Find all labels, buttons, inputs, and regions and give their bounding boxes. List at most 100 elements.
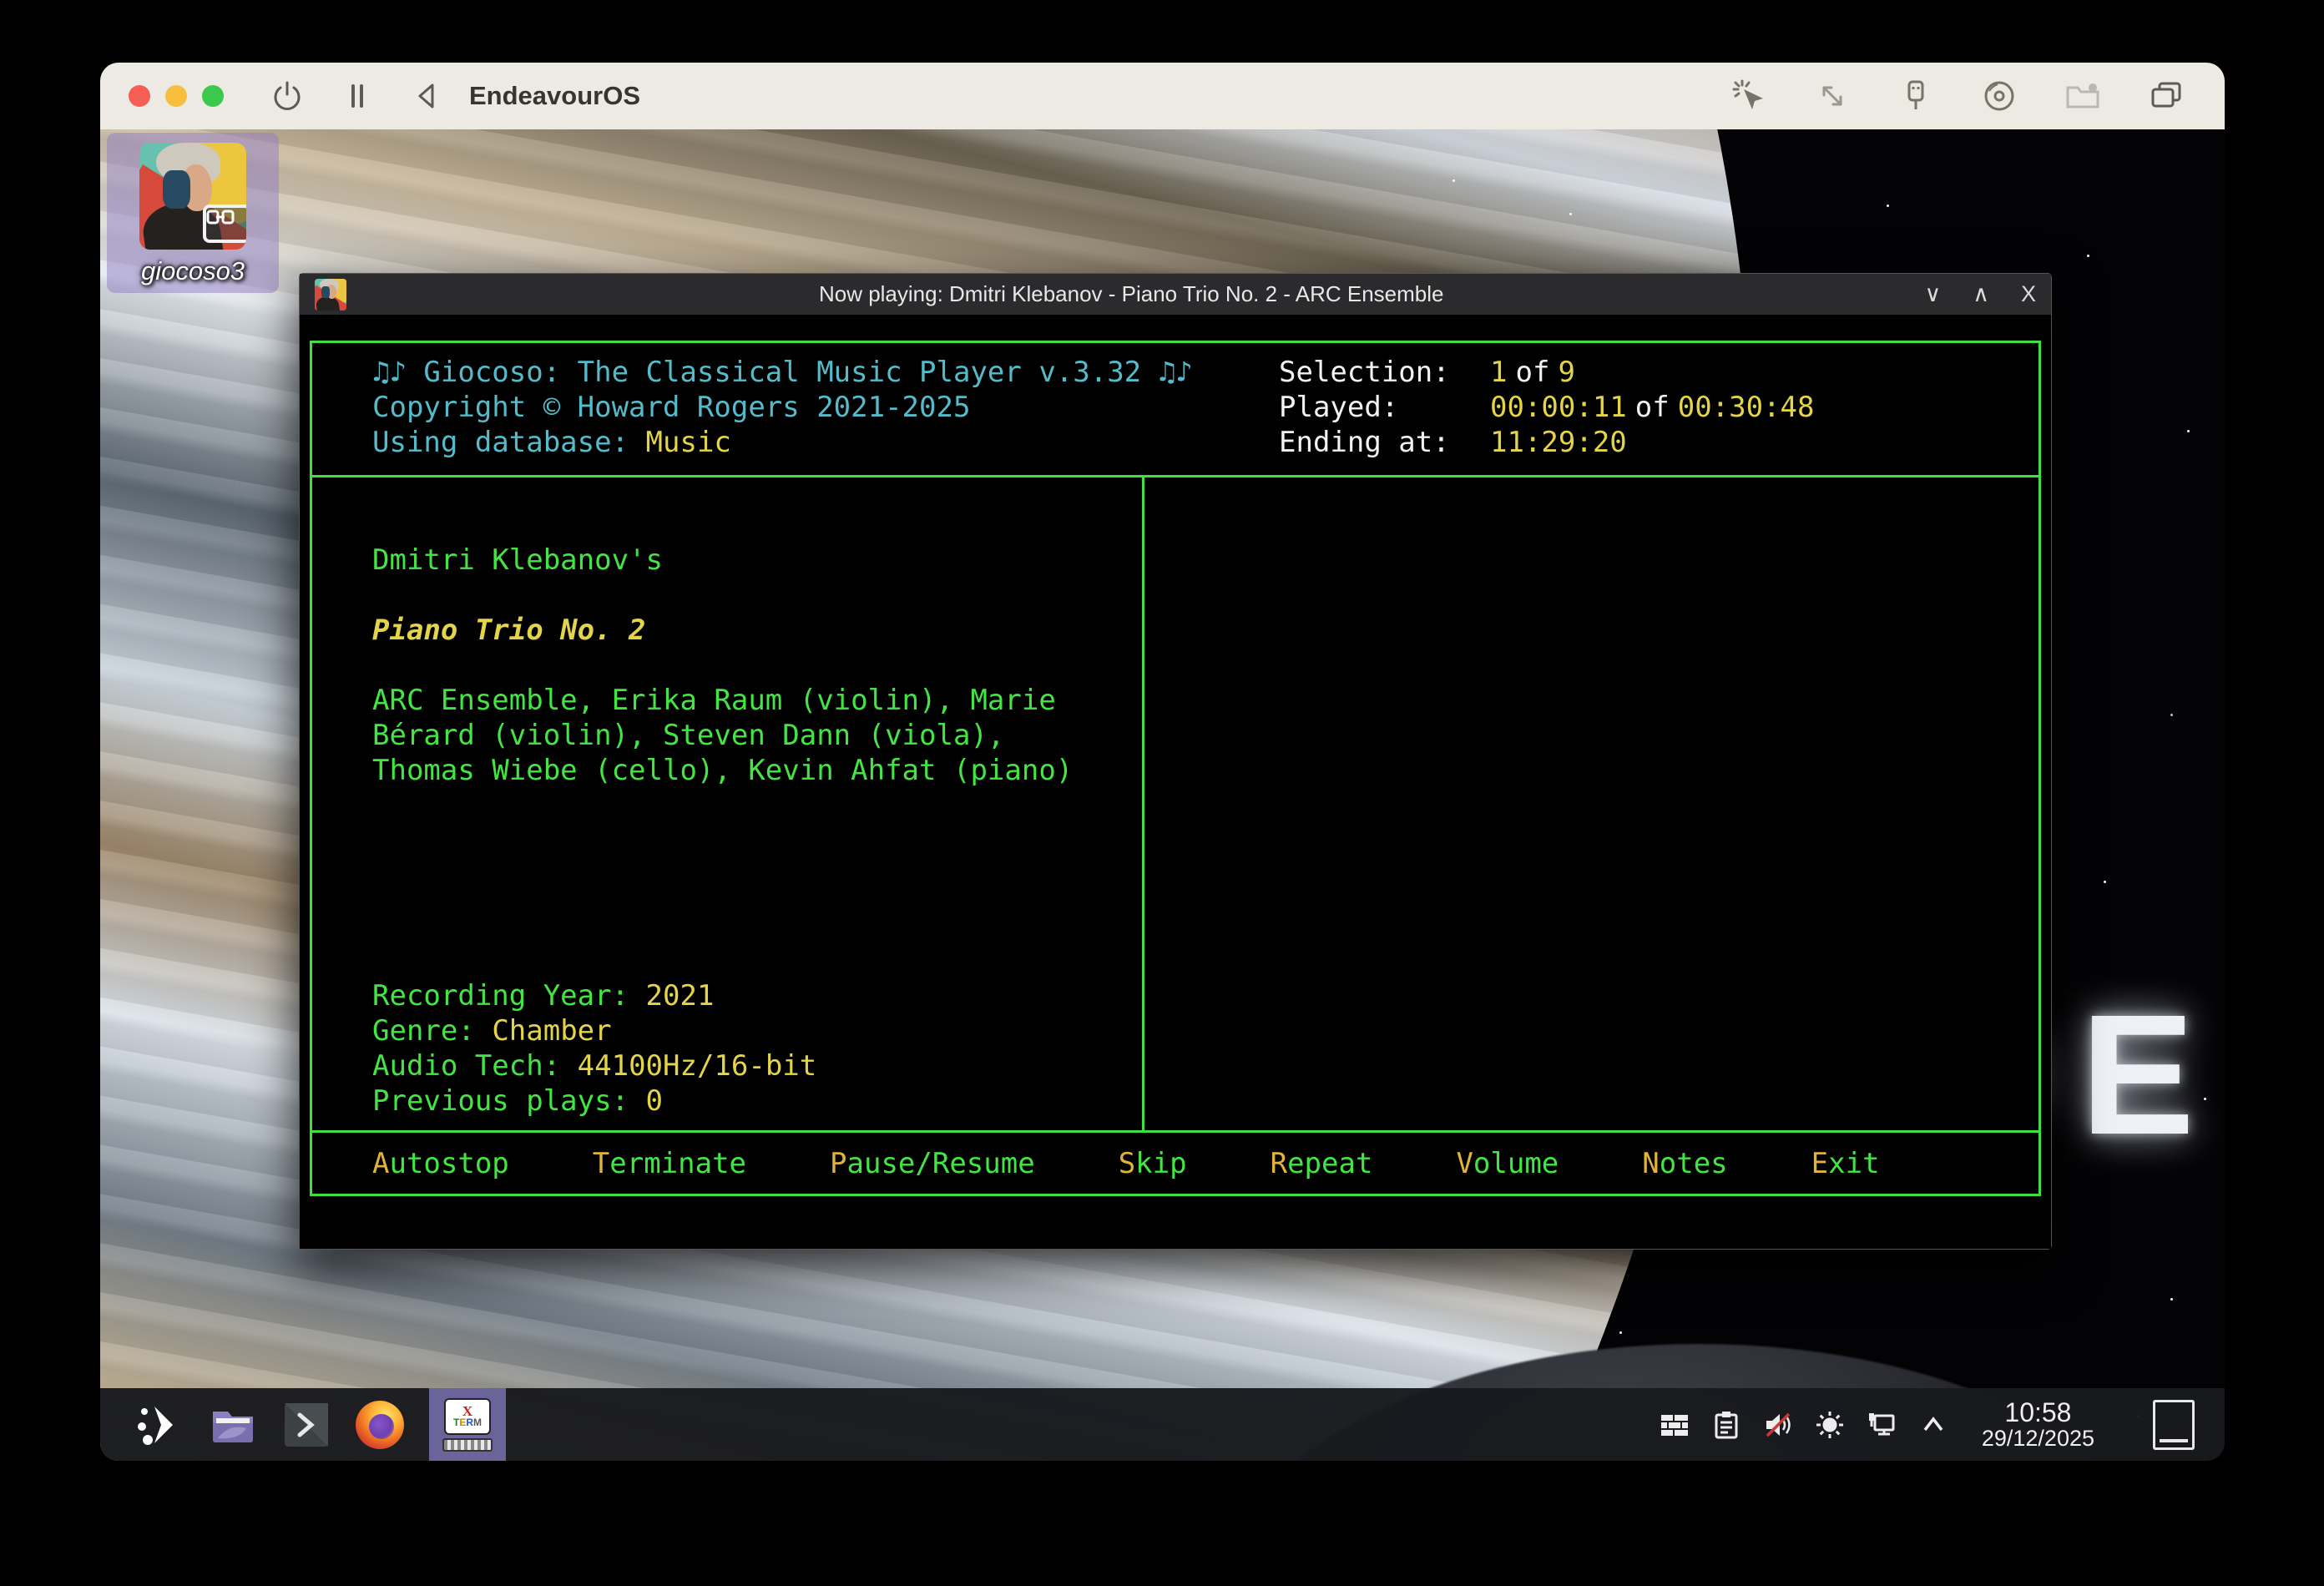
- ending-value: 11:29:20: [1490, 425, 1627, 460]
- hotkey: E: [1811, 1147, 1828, 1180]
- resize-window-button[interactable]: [1814, 78, 1851, 114]
- xterm-icon: X TERM: [444, 1398, 491, 1435]
- terminal-app-icon: [315, 279, 346, 311]
- right-panel-empty: [1144, 477, 2039, 1130]
- usb-devices-button[interactable]: [1897, 78, 1934, 114]
- file-manager-button[interactable]: [209, 1401, 257, 1449]
- firefox-button[interactable]: [356, 1401, 404, 1449]
- meta-row-recording-year: Recording Year: 2021: [372, 978, 816, 1013]
- status-selection-row: Selection: 1 of 9: [1279, 355, 1814, 390]
- menu-label: erminate: [609, 1147, 746, 1180]
- menu-label: xit: [1828, 1147, 1879, 1180]
- taskbar: X TERM: [100, 1388, 2225, 1461]
- xterm-taskbar-button-active[interactable]: X TERM: [429, 1388, 506, 1461]
- playback-status: Selection: 1 of 9 Played: 00:00:11 of 00: [1279, 355, 1814, 460]
- menu-item-notes[interactable]: Notes: [1642, 1146, 1727, 1181]
- traffic-light-minimize[interactable]: [165, 85, 187, 107]
- menu-item-volume[interactable]: Volume: [1456, 1146, 1559, 1181]
- meta-value: 0: [646, 1084, 663, 1118]
- terminal-window-title: Now playing: Dmitri Klebanov - Piano Tri…: [346, 281, 1916, 307]
- giocoso-terminal-window: Now playing: Dmitri Klebanov - Piano Tri…: [299, 273, 2052, 1250]
- database-value: Music: [646, 426, 731, 459]
- desktop-shortcut-giocoso3[interactable]: giocoso3: [107, 133, 279, 293]
- menu-label: otes: [1660, 1147, 1728, 1180]
- pause-vm-button[interactable]: [339, 78, 376, 114]
- meta-row-previous-plays: Previous plays: 0: [372, 1083, 816, 1119]
- capture-cursor-button[interactable]: [1730, 78, 1767, 114]
- meta-value: 2021: [646, 979, 715, 1013]
- terminal-titlebar[interactable]: Now playing: Dmitri Klebanov - Piano Tri…: [300, 274, 2051, 315]
- menu-item-repeat[interactable]: Repeat: [1271, 1146, 1373, 1181]
- work-title: Piano Trio No. 2: [372, 613, 646, 648]
- vm-name-title: EndeavourOS: [469, 81, 640, 111]
- meta-label: Recording Year:: [372, 979, 629, 1013]
- giocoso-header: ♫♪ Giocoso: The Classical Music Player v…: [312, 343, 2039, 477]
- close-button[interactable]: X: [2021, 283, 2036, 306]
- traffic-light-zoom[interactable]: [202, 85, 224, 107]
- meta-label: Previous plays:: [372, 1084, 629, 1118]
- giocoso-main: Dmitri Klebanov's Piano Trio No. 2 ARC E…: [312, 477, 2039, 1130]
- cd-drive-button[interactable]: [1981, 78, 2018, 114]
- vm-host-window: EDE giocoso3: [100, 63, 2225, 1461]
- status-ending-row: Ending at: 11:29:20: [1279, 425, 1814, 460]
- meta-value: Chamber: [492, 1014, 611, 1048]
- recording-meta: Recording Year: 2021 Genre: Chamber Audi…: [372, 978, 816, 1119]
- firewall-tray-icon[interactable]: [1660, 1410, 1690, 1440]
- played-total: 00:30:48: [1678, 390, 1815, 425]
- menu-item-autostop[interactable]: Autostop: [372, 1146, 509, 1181]
- show-desktop-button[interactable]: [2153, 1400, 2195, 1450]
- power-button[interactable]: [269, 78, 306, 114]
- tray-expand-chevron-icon[interactable]: [1918, 1410, 1948, 1440]
- menu-label: olume: [1473, 1147, 1559, 1180]
- maximize-button[interactable]: ∧: [1973, 283, 1989, 306]
- performers-text: ARC Ensemble, Erika Raum (violin), Marie…: [372, 683, 1100, 788]
- app-launcher-button[interactable]: [135, 1401, 184, 1449]
- brightness-tray-icon[interactable]: [1815, 1410, 1845, 1440]
- hotkey: R: [1271, 1147, 1287, 1180]
- now-playing-panel: Dmitri Klebanov's Piano Trio No. 2 ARC E…: [312, 477, 1144, 1130]
- display-windows-button[interactable]: [2148, 78, 2185, 114]
- meta-value: 44100Hz/16-bit: [578, 1049, 817, 1083]
- ending-label: Ending at:: [1279, 425, 1490, 460]
- host-titlebar[interactable]: EndeavourOS: [100, 63, 2225, 129]
- menu-item-exit[interactable]: Exit: [1811, 1146, 1880, 1181]
- traffic-light-close[interactable]: [129, 85, 150, 107]
- giocoso-menu-bar: Autostop Terminate Pause/Resume Skip Rep…: [312, 1130, 2039, 1194]
- desktop-shortcut-label: giocoso3: [141, 256, 245, 286]
- clock-date: 29/12/2025: [1982, 1427, 2094, 1450]
- system-tray: 10:58 29/12/2025: [1660, 1399, 2225, 1451]
- back-button[interactable]: [409, 78, 446, 114]
- launcher-icon: [136, 1402, 183, 1448]
- menu-item-terminate[interactable]: Terminate: [593, 1146, 746, 1181]
- hotkey: S: [1119, 1147, 1135, 1180]
- meta-row-audio-tech: Audio Tech: 44100Hz/16-bit: [372, 1048, 816, 1083]
- status-played-row: Played: 00:00:11 of 00:30:48: [1279, 390, 1814, 425]
- symlink-badge-icon: [203, 205, 246, 243]
- menu-label: epeat: [1287, 1147, 1372, 1180]
- clipboard-tray-icon[interactable]: [1711, 1410, 1741, 1440]
- selection-current: 1: [1490, 355, 1507, 390]
- played-elapsed: 00:00:11: [1490, 390, 1627, 425]
- giocoso-app-icon: [139, 143, 246, 250]
- terminal-icon: [283, 1402, 330, 1448]
- menu-label: utostop: [389, 1147, 508, 1180]
- network-tray-icon[interactable]: [1867, 1410, 1897, 1440]
- selection-total: 9: [1558, 355, 1574, 390]
- taskbar-clock[interactable]: 10:58 29/12/2025: [1982, 1399, 2094, 1451]
- giocoso-frame: ♫♪ Giocoso: The Classical Music Player v…: [310, 341, 2041, 1196]
- wallpaper-stars: [1452, 179, 1455, 182]
- menu-item-skip[interactable]: Skip: [1119, 1146, 1187, 1181]
- minimize-button[interactable]: ∨: [1924, 283, 1941, 306]
- meta-label: Genre:: [372, 1014, 475, 1048]
- selection-label: Selection:: [1279, 355, 1490, 390]
- menu-item-pause-resume[interactable]: Pause/Resume: [830, 1146, 1035, 1181]
- volume-muted-tray-icon[interactable]: [1763, 1410, 1793, 1440]
- firefox-icon: [356, 1401, 404, 1449]
- hotkey: N: [1642, 1147, 1659, 1180]
- played-of: of: [1627, 390, 1678, 425]
- screenshot-root: EDE giocoso3: [0, 0, 2324, 1586]
- terminal-launcher-button[interactable]: [282, 1401, 331, 1449]
- terminal-body: ♫♪ Giocoso: The Classical Music Player v…: [300, 315, 2051, 1249]
- database-label: Using database:: [372, 426, 629, 459]
- selection-of: of: [1507, 355, 1558, 390]
